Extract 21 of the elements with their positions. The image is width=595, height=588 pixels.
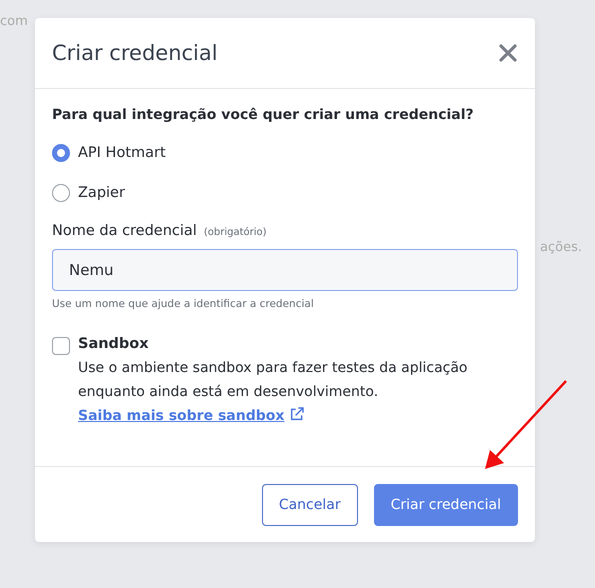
radio-button[interactable] [52,144,70,162]
description-text: Use o ambiente sandbox para fazer testes da aplicação enquanto ainda está em desenvolvimento. Saiba mais sobre sandbox [78,359,468,426]
question-text: Para qual integração você quer criar uma credencial? [52,107,475,123]
create-button[interactable]: Criar credencial [374,484,518,526]
close-icon [498,43,518,63]
checkbox-label: Sandbox [78,336,150,352]
required-note: (obrigatório) [204,227,267,238]
field-label: Nome da credencial [52,223,197,239]
background-text: com [0,14,28,29]
radio-label: API Hotmart [78,145,166,161]
radio-button[interactable] [52,184,70,202]
dialog-title: Criar credencial [52,41,218,65]
input-field[interactable]: Nemu [52,249,518,291]
checkbox[interactable] [52,337,70,355]
link[interactable]: Saiba mais sobre sandbox [78,408,284,424]
close-button[interactable] [498,43,518,63]
cancel-button[interactable]: Cancelar [262,484,358,526]
help-text: Use um nome que ajude a identificar a credencial [52,298,315,310]
background-text: ações. [540,240,582,255]
external-link-icon [288,406,305,422]
radio-label: Zapier [78,185,125,201]
